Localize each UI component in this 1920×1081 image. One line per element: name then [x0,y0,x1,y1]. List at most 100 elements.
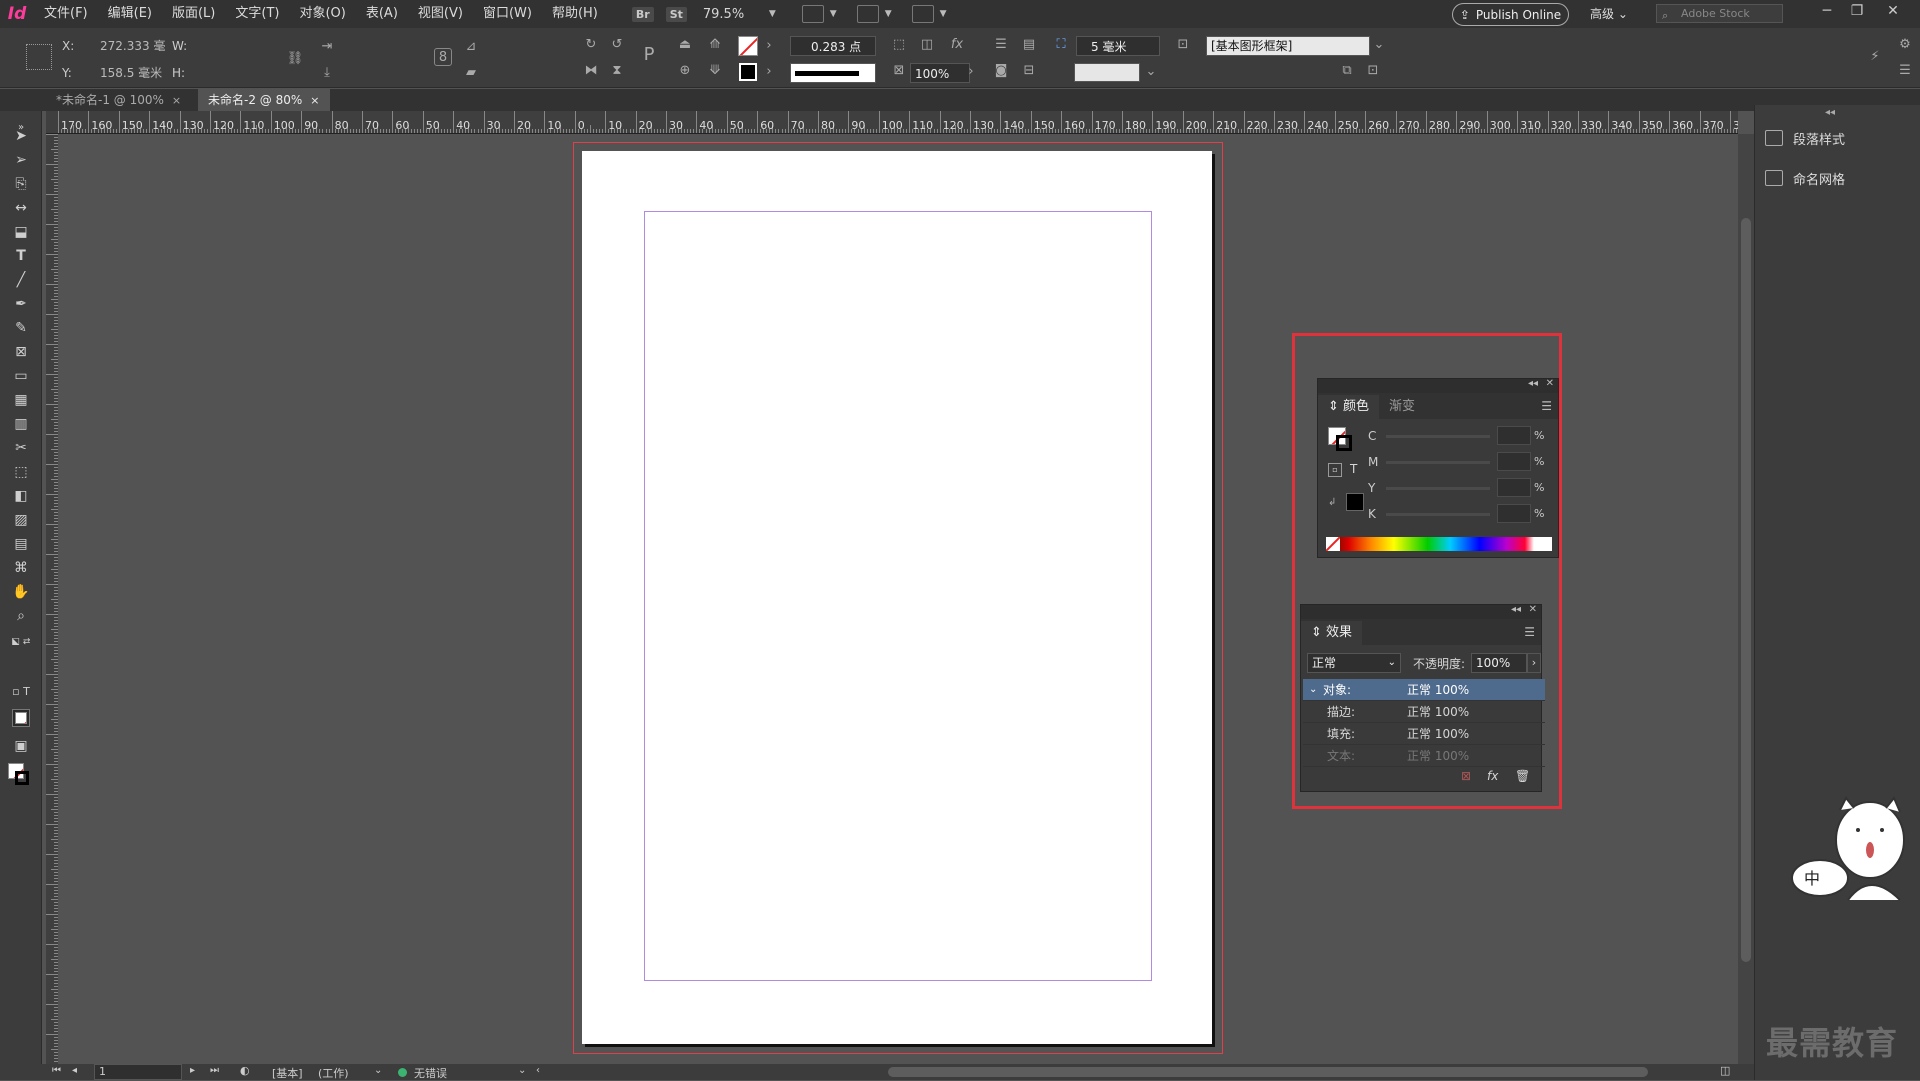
opacity-menu-icon[interactable]: › [962,63,980,81]
opacity-field[interactable]: 100% [910,63,970,83]
frame-fitting-icon[interactable]: ⬚ [890,36,908,54]
reference-point-icon[interactable] [26,44,52,70]
direct-selection-tool-icon[interactable]: ➢ [10,149,32,171]
zoom-tool-icon[interactable]: ⌕ [10,605,32,627]
select-next-icon[interactable]: ⟱ [706,62,724,80]
close-tab-icon[interactable]: × [172,94,181,107]
spectrum-none-icon[interactable] [1326,537,1340,551]
menu-view[interactable]: 视图(V) [408,0,473,28]
close-panel-icon[interactable]: ✕ [1529,604,1537,615]
arrange-documents-icon[interactable] [911,5,934,23]
vertical-grid-tool-icon[interactable]: ▥ [10,413,32,435]
tab-effects[interactable]: ⇕ 效果 [1301,621,1363,645]
x-position-field[interactable]: 272.333 毫 [96,36,166,56]
chevron-down-icon[interactable]: ⌄ [518,1065,526,1076]
close-tab-icon[interactable]: × [310,94,319,107]
black-value-input[interactable] [1497,504,1531,523]
scale-y-field[interactable] [340,63,422,83]
flip-horizontal-icon[interactable]: ⧓ [582,62,600,80]
rotate-angle-icon[interactable]: ⊿ [462,38,480,56]
chevron-down-icon[interactable]: ▼ [830,9,837,19]
scroll-left-icon[interactable]: ‹ [536,1065,540,1076]
blend-mode-select[interactable]: 正常 ⌄ [1307,653,1401,673]
constrain-proportions-icon[interactable]: ⛓ [286,50,304,68]
menu-window[interactable]: 窗口(W) [473,0,542,28]
last-color-icon[interactable]: ↲ [1328,497,1336,508]
close-panel-icon[interactable]: ✕ [1546,378,1554,389]
tab-gradient[interactable]: 渐变 [1379,395,1425,419]
opacity-input[interactable]: 100% [1471,653,1527,673]
fill-swatch-none-icon[interactable] [738,36,758,56]
workspace-switcher[interactable]: 高级 ⌄ [1590,5,1628,22]
dock-item-paragraph-styles[interactable]: 段落样式 [1765,125,1845,151]
fill-menu-icon[interactable]: › [760,37,778,55]
menu-type[interactable]: 文字(T) [225,0,289,28]
first-page-icon[interactable]: ⏮ [52,1065,61,1076]
publish-online-button[interactable]: ⇪ Publish Online [1452,3,1569,26]
clear-overrides-icon[interactable]: ⧉ [1338,62,1356,80]
height-field[interactable] [192,63,278,83]
color-stroke-icon[interactable] [1336,435,1352,451]
content-collector-icon[interactable]: ⬓ [10,221,32,243]
shear-angle-icon[interactable]: ▰ [462,64,480,82]
free-transform-tool-icon[interactable]: ⬚ [10,461,32,483]
horizontal-scroll-thumb[interactable] [888,1067,1648,1077]
view-options-icon[interactable] [801,5,824,23]
restore-window-button[interactable]: ❐ [1842,3,1872,19]
gap-field[interactable]: 5 毫米 [1076,36,1160,56]
previous-page-icon[interactable]: ◂ [72,1065,77,1076]
split-view-icon[interactable]: ◫ [1720,1064,1730,1077]
rectangle-tool-icon[interactable]: ▭ [10,365,32,387]
fill-stroke-proxy[interactable] [8,763,29,785]
object-style-dropdown[interactable]: [基本图形框架] [1206,36,1370,56]
chevron-down-icon[interactable]: ⌄ [374,1065,382,1076]
effects-row-stroke[interactable]: 描边: 正常 100% [1303,701,1545,723]
fill-color-preview[interactable] [1074,63,1140,82]
line-tool-icon[interactable]: ╱ [10,269,32,291]
clear-effects-icon[interactable]: ⊠ [1461,769,1471,783]
text-wrap-bbox-icon[interactable]: ▤ [1020,36,1038,54]
menu-object[interactable]: 对象(O) [289,0,355,28]
scale-x-icon[interactable]: ⇥ [318,38,336,56]
select-container-icon[interactable]: ⏏ [676,36,694,54]
rotate-cw-icon[interactable]: ↻ [582,36,600,54]
gap-tool-icon[interactable]: ↔ [10,197,32,219]
tab-document-2[interactable]: 未命名-2 @ 80% × [198,89,330,111]
stock-button[interactable]: St [665,6,687,22]
expand-chevron-icon[interactable]: ⌄ [1309,679,1317,701]
add-effect-fx-icon[interactable]: fx [1487,769,1498,783]
chevron-down-icon[interactable]: ▼ [940,9,947,19]
magenta-slider[interactable] [1386,461,1490,464]
rotation-angle-field[interactable] [484,36,568,56]
path-type-icon[interactable]: P [640,46,658,64]
cyan-slider[interactable] [1386,435,1490,438]
text-format-icon[interactable]: T [1350,462,1357,476]
type-tool-icon[interactable]: T [10,245,32,267]
scale-x-field[interactable] [340,36,422,56]
drop-shadow-icon[interactable]: ◫ [918,36,936,54]
vertical-scroll-thumb[interactable] [1741,218,1751,962]
black-slider[interactable] [1386,513,1490,516]
close-window-button[interactable]: ✕ [1878,3,1908,19]
tab-document-1[interactable]: *未命名-1 @ 100% × [46,89,196,111]
effects-row-object[interactable]: ⌄ 对象: 正常 100% [1303,679,1545,701]
minimize-window-button[interactable]: ─ [1812,3,1842,19]
panel-menu-icon[interactable]: ☰ [1541,399,1552,413]
magenta-value-input[interactable] [1497,452,1531,471]
pencil-tool-icon[interactable]: ✎ [10,317,32,339]
screen-mode-icon[interactable] [856,5,879,23]
menu-table[interactable]: 表(A) [356,0,408,28]
pen-tool-icon[interactable]: ✒ [10,293,32,315]
zoom-dropdown-icon[interactable]: ▼ [769,9,776,19]
menu-edit[interactable]: 编辑(E) [98,0,162,28]
select-previous-icon[interactable]: ⟰ [706,36,724,54]
delete-effect-icon[interactable]: 🗑 [1515,769,1530,783]
gradient-swatch-tool-icon[interactable]: ◧ [10,485,32,507]
horizontal-grid-tool-icon[interactable]: ▦ [10,389,32,411]
last-page-icon[interactable]: ⏭ [210,1065,219,1076]
container-format-icon[interactable]: ▫ [1328,463,1342,477]
zoom-level[interactable]: 79.5% [703,7,763,22]
page-tool-icon[interactable]: ⎘ [10,173,32,195]
stroke-type-dropdown[interactable] [790,63,876,83]
bridge-button[interactable]: Br [631,6,654,22]
